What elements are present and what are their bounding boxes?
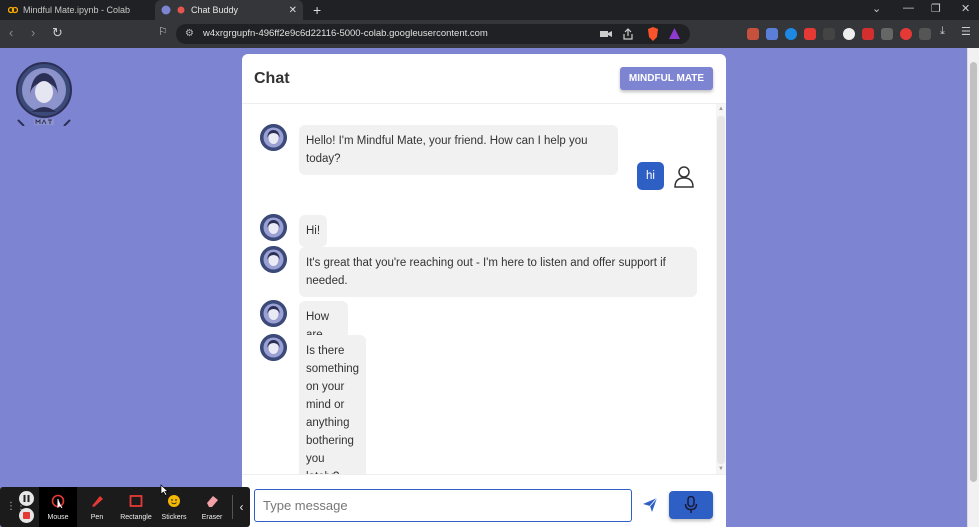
stop-icon (23, 512, 30, 519)
message-input[interactable] (254, 489, 632, 522)
tool-pen[interactable]: Pen (78, 487, 116, 527)
extension-icon[interactable] (785, 28, 797, 40)
pause-recording-button[interactable] (19, 491, 34, 506)
reload-icon[interactable]: ↻ (52, 25, 63, 41)
tool-label: Rectangle (120, 514, 152, 521)
chat-scrollbar[interactable]: ▲ ▼ (716, 104, 726, 474)
bot-avatar (260, 214, 287, 241)
bot-avatar (260, 334, 287, 361)
extension-icon[interactable] (823, 28, 835, 40)
recording-icon (177, 6, 185, 14)
tab-label: Chat Buddy (191, 5, 239, 15)
browser-tab-bar: Mindful Mate.ipynb - Colab Chat Buddy ✕ … (0, 0, 979, 20)
message-list: Hello! I'm Mindful Mate, your friend. Ho… (242, 104, 716, 493)
extension-icon[interactable] (862, 28, 874, 40)
restore-button[interactable]: ❐ (931, 2, 941, 15)
site-info-icon[interactable]: ⚙ (185, 28, 194, 39)
new-tab-button[interactable]: + (313, 2, 321, 18)
chat-card: Chat MINDFUL MATE Hello! I'm Mindful Mat… (242, 54, 726, 527)
profile-icon[interactable] (843, 28, 855, 40)
mouse-pointer-icon (51, 494, 65, 508)
tool-mouse[interactable]: Mouse (39, 487, 77, 527)
tool-label: Stickers (161, 514, 187, 521)
url-text: w4xrgrgupfn-496ff2e9c6d22116-5000-colab.… (203, 28, 488, 39)
tab-chat-buddy[interactable]: Chat Buddy ✕ (155, 0, 303, 20)
mouse-cursor-icon (160, 484, 169, 496)
scroll-up-icon[interactable]: ▲ (718, 106, 724, 112)
message-text: It's great that you're reaching out - I'… (299, 247, 697, 297)
back-icon[interactable]: ‹ (9, 25, 13, 40)
extension-icon[interactable] (881, 28, 893, 40)
rectangle-icon (129, 495, 143, 507)
menu-icon[interactable]: ☰ (961, 25, 971, 38)
tab-label: Mindful Mate.ipynb - Colab (23, 5, 131, 15)
tool-eraser[interactable]: Eraser (193, 487, 231, 527)
close-tab-icon[interactable]: ✕ (289, 5, 297, 16)
send-icon[interactable] (642, 497, 658, 513)
address-bar[interactable]: ⚙ w4xrgrgupfn-496ff2e9c6d22116-5000-cola… (176, 24, 690, 44)
microphone-button[interactable] (669, 491, 713, 519)
page-scrollbar[interactable] (967, 48, 979, 527)
pen-icon (92, 496, 103, 507)
message-text: Is there something on your mind or anyth… (299, 335, 367, 493)
extensions-puzzle-icon[interactable] (919, 28, 931, 40)
pause-icon (23, 495, 30, 502)
microphone-icon (684, 496, 698, 513)
brave-shield-icon[interactable] (647, 27, 659, 41)
extension-icon[interactable] (766, 28, 778, 40)
tool-rectangle[interactable]: Rectangle (117, 487, 155, 527)
tab-colab[interactable]: Mindful Mate.ipynb - Colab (0, 0, 152, 20)
browser-toolbar: ‹ › ↻ ⚐ ⚙ w4xrgrgupfn-496ff2e9c6d22116-5… (0, 20, 979, 48)
close-window-button[interactable]: ✕ (961, 2, 970, 15)
tool-label: Pen (90, 514, 104, 521)
page-scrollbar-thumb[interactable] (970, 62, 977, 482)
scroll-down-icon[interactable]: ▼ (718, 466, 724, 472)
bot-avatar (260, 246, 287, 273)
mindful-mate-button[interactable]: MINDFUL MATE (620, 67, 713, 90)
tool-label: Eraser (201, 514, 223, 521)
forward-icon[interactable]: › (31, 25, 35, 40)
colab-icon (8, 6, 18, 14)
message-text: Hello! I'm Mindful Mate, your friend. Ho… (299, 125, 618, 175)
camera-icon[interactable] (600, 29, 612, 39)
message-composer (242, 474, 726, 527)
bookmark-icon[interactable]: ⚐ (158, 25, 168, 38)
message-text: hi (637, 162, 664, 190)
chat-title: Chat (254, 70, 290, 87)
brave-rewards-icon[interactable] (668, 27, 681, 40)
message-text: Hi! (299, 215, 328, 247)
user-icon (674, 166, 694, 188)
page-background: Chat MINDFUL MATE Hello! I'm Mindful Mat… (0, 48, 979, 527)
share-icon[interactable] (622, 28, 634, 40)
bot-avatar (260, 300, 287, 327)
download-icon[interactable]: ⤓ (940, 25, 945, 38)
extension-icon[interactable] (900, 28, 912, 40)
bot-avatar (260, 124, 287, 151)
chevron-left-icon: ‹ (239, 500, 244, 514)
chat-header: Chat MINDFUL MATE (242, 54, 726, 104)
sticker-smiley-icon (168, 495, 180, 507)
app-favicon (161, 5, 171, 15)
stop-recording-button[interactable] (19, 508, 34, 523)
scrollbar-thumb[interactable] (717, 116, 725, 464)
tool-label: Mouse (47, 514, 69, 521)
eraser-icon (207, 496, 218, 507)
screen-recorder-toolbar: ⋮⋮ Mouse Pen Rectangle Stickers Eraser ‹ (0, 487, 250, 527)
extension-icon[interactable] (804, 28, 816, 40)
collapse-toolbar-button[interactable]: ‹ (232, 495, 250, 519)
mindful-mate-logo (16, 62, 72, 126)
extension-icon[interactable] (747, 28, 759, 40)
tab-search-icon[interactable]: ⌄ (872, 2, 881, 15)
minimize-button[interactable]: — (903, 2, 914, 14)
